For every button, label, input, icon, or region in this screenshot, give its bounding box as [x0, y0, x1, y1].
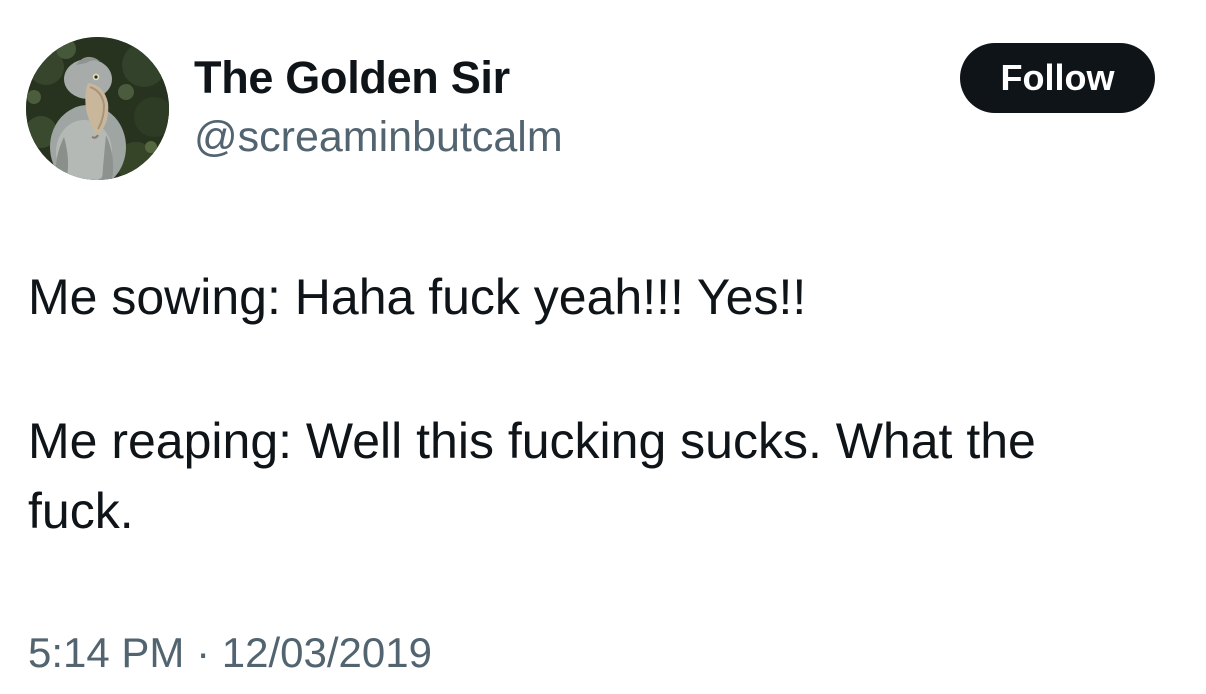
tweet-date[interactable]: 12/03/2019: [222, 629, 432, 676]
tweet-line: fuck.: [28, 483, 134, 539]
tweet-text: Me sowing: Haha fuck yeah!!! Yes!! Me re…: [28, 262, 1178, 546]
tweet-time[interactable]: 5:14 PM: [28, 629, 184, 676]
author-info: The Golden Sir @screaminbutcalm: [194, 52, 563, 162]
tweet-timestamp: 5:14 PM · 12/03/2019: [28, 624, 432, 682]
shoebill-avatar-icon: [26, 37, 169, 180]
tweet-line: Me sowing: Haha fuck yeah!!! Yes!!: [28, 269, 807, 325]
user-handle[interactable]: @screaminbutcalm: [194, 112, 563, 162]
display-name[interactable]: The Golden Sir: [194, 52, 563, 104]
tweet-line: Me reaping: Well this fucking sucks. Wha…: [28, 413, 1036, 469]
tweet-card: The Golden Sir @screaminbutcalm Follow M…: [0, 0, 1206, 694]
avatar[interactable]: [26, 37, 169, 180]
meta-separator: ·: [184, 629, 222, 676]
follow-button[interactable]: Follow: [960, 43, 1155, 113]
